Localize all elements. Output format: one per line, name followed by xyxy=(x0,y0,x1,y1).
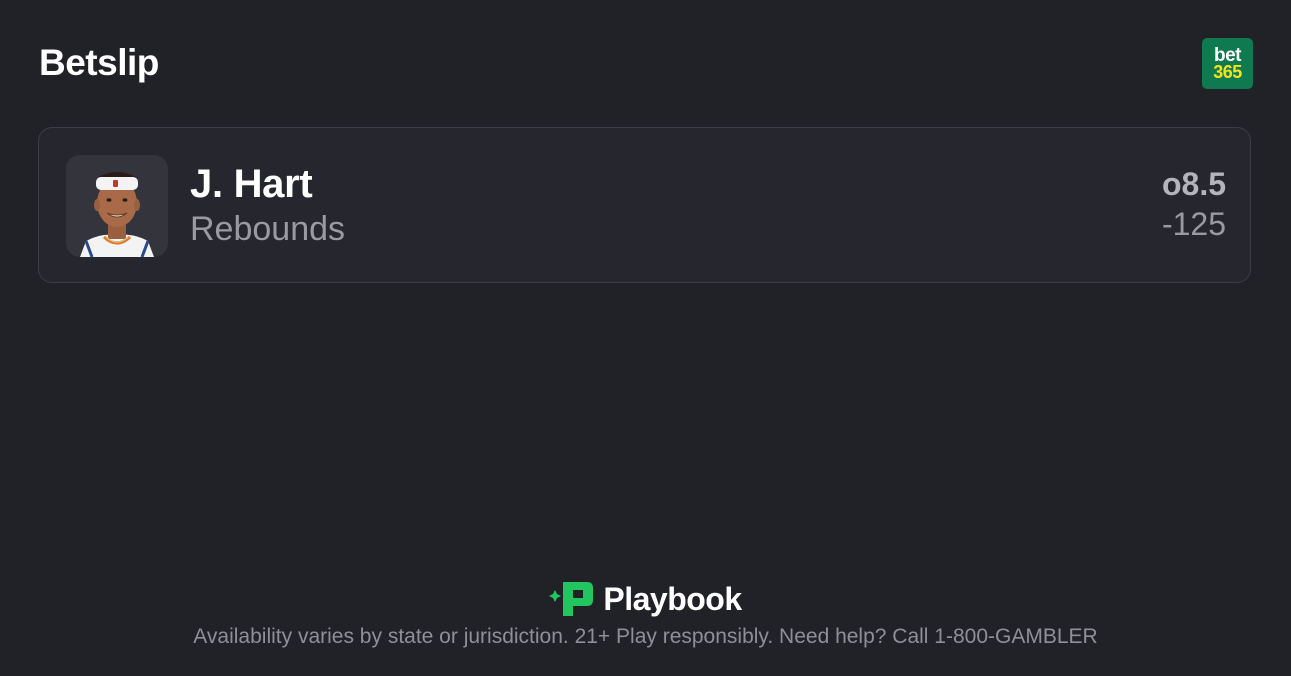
disclaimer-text: Availability varies by state or jurisdic… xyxy=(193,625,1098,648)
sportsbook-logo: bet 365 xyxy=(1202,38,1253,89)
betslip-page: Betslip bet 365 J. Hart Rebounds o8.5 -1… xyxy=(0,0,1291,676)
header: Betslip bet 365 xyxy=(39,38,1253,90)
bet-card[interactable]: J. Hart Rebounds o8.5 -125 xyxy=(38,127,1251,283)
page-title: Betslip xyxy=(39,42,159,83)
bet-line: o8.5 xyxy=(1161,166,1226,202)
player-avatar xyxy=(66,155,168,257)
footer: Playbook Availability varies by state or… xyxy=(0,580,1291,649)
player-headshot-icon xyxy=(80,172,154,257)
player-name: J. Hart xyxy=(190,162,313,206)
sportsbook-logo-line2: 365 xyxy=(1213,61,1242,82)
market-label: Rebounds xyxy=(190,210,346,248)
brand-name: Playbook xyxy=(603,580,742,617)
bet-odds: -125 xyxy=(1161,206,1226,242)
playbook-brand: Playbook xyxy=(549,580,742,618)
playbook-logo-icon xyxy=(549,582,594,616)
sportsbook-logo-line1: bet xyxy=(1214,44,1242,66)
